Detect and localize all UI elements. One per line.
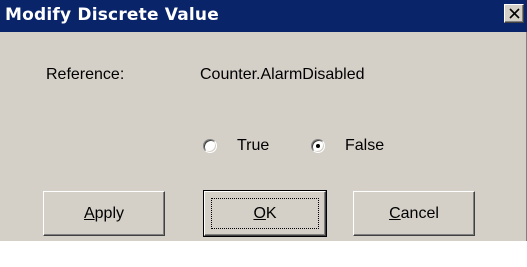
apply-accelerator: A — [83, 205, 95, 222]
window-title: Modify Discrete Value — [5, 5, 219, 25]
cancel-button[interactable]: Cancel — [353, 191, 475, 236]
apply-button[interactable]: Apply — [43, 191, 165, 236]
title-bar[interactable]: Modify Discrete Value — [0, 0, 527, 32]
reference-label: Reference: — [46, 66, 125, 83]
close-button[interactable] — [504, 4, 524, 23]
reference-value: Counter.AlarmDisabled — [200, 66, 365, 83]
modify-discrete-value-dialog: Modify Discrete Value Reference: Counter… — [0, 0, 527, 241]
true-radio-label[interactable]: True — [237, 137, 269, 155]
cancel-label-rest: ancel — [400, 205, 439, 222]
false-radio[interactable] — [311, 139, 325, 153]
close-icon — [509, 8, 520, 19]
ok-button[interactable]: OK — [203, 190, 327, 237]
ok-label-rest: K — [265, 205, 277, 222]
true-radio[interactable] — [203, 139, 217, 153]
cancel-accelerator: C — [389, 205, 401, 222]
ok-accelerator: O — [253, 205, 266, 222]
apply-label-rest: pply — [94, 205, 125, 222]
false-radio-label[interactable]: False — [345, 137, 384, 155]
radio-selected-dot — [316, 144, 320, 148]
